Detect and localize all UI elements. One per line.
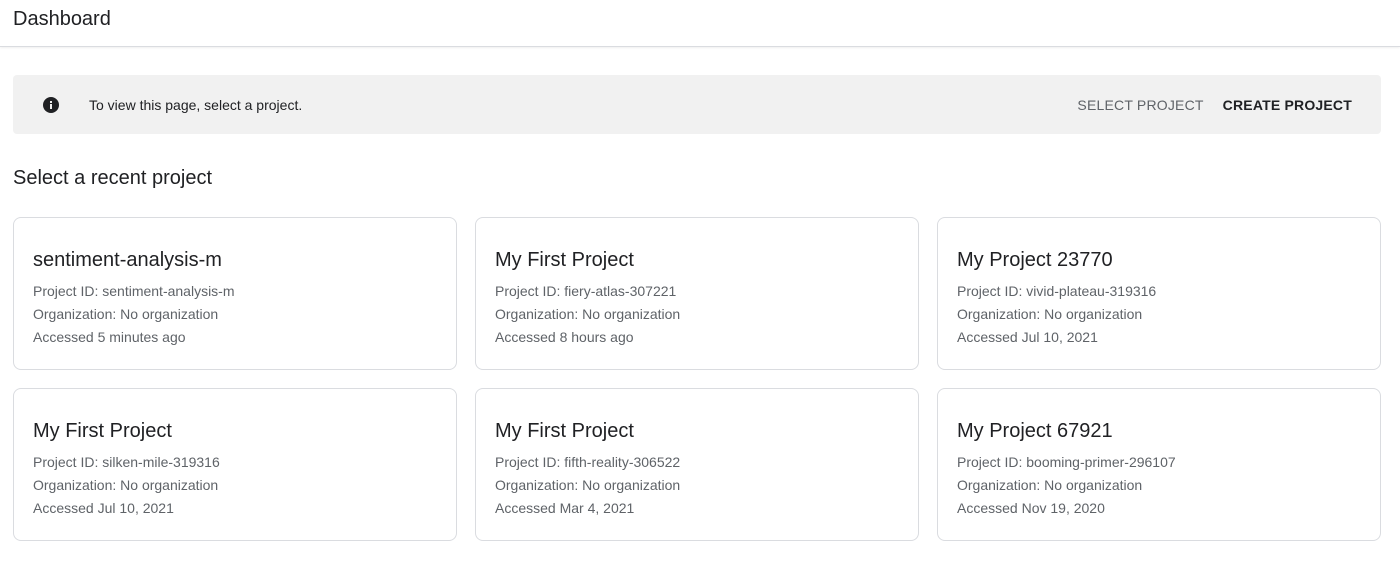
project-card[interactable]: My First Project Project ID: fiery-atlas… — [475, 217, 919, 370]
project-organization: Organization: No organization — [957, 477, 1143, 493]
project-organization: Organization: No organization — [33, 477, 219, 493]
project-accessed: Accessed Mar 4, 2021 — [495, 500, 635, 516]
project-card[interactable]: My First Project Project ID: fifth-reali… — [475, 388, 919, 541]
create-project-button[interactable]: CREATE PROJECT — [1223, 97, 1352, 113]
recent-projects-grid: sentiment-analysis-m Project ID: sentime… — [13, 217, 1381, 541]
project-organization: Organization: No organization — [957, 306, 1143, 322]
project-organization: Organization: No organization — [495, 306, 681, 322]
select-project-banner: To view this page, select a project. SEL… — [13, 75, 1381, 134]
project-name: My First Project — [495, 249, 634, 271]
project-id: Project ID: vivid-plateau-319316 — [957, 283, 1157, 299]
project-accessed: Accessed Nov 19, 2020 — [957, 500, 1105, 516]
recent-projects-heading: Select a recent project — [13, 167, 212, 189]
project-name: My First Project — [33, 420, 172, 442]
project-accessed: Accessed 5 minutes ago — [33, 329, 186, 345]
project-name: My Project 67921 — [957, 420, 1113, 442]
project-name: sentiment-analysis-m — [33, 249, 222, 271]
page-header: Dashboard — [0, 0, 1400, 47]
project-organization: Organization: No organization — [495, 477, 681, 493]
project-accessed: Accessed Jul 10, 2021 — [33, 500, 174, 516]
project-card[interactable]: My Project 67921 Project ID: booming-pri… — [937, 388, 1381, 541]
banner-message: To view this page, select a project. — [89, 96, 303, 113]
project-card[interactable]: My Project 23770 Project ID: vivid-plate… — [937, 217, 1381, 370]
project-accessed: Accessed 8 hours ago — [495, 329, 634, 345]
project-id: Project ID: booming-primer-296107 — [957, 454, 1176, 470]
select-project-button[interactable]: SELECT PROJECT — [1077, 97, 1203, 113]
project-name: My Project 23770 — [957, 249, 1113, 271]
project-id: Project ID: fifth-reality-306522 — [495, 454, 681, 470]
project-accessed: Accessed Jul 10, 2021 — [957, 329, 1098, 345]
project-id: Project ID: sentiment-analysis-m — [33, 283, 235, 299]
project-id: Project ID: silken-mile-319316 — [33, 454, 220, 470]
info-icon — [43, 96, 59, 113]
project-card[interactable]: My First Project Project ID: silken-mile… — [13, 388, 457, 541]
project-card[interactable]: sentiment-analysis-m Project ID: sentime… — [13, 217, 457, 370]
banner-actions: SELECT PROJECT CREATE PROJECT — [1077, 97, 1352, 113]
project-organization: Organization: No organization — [33, 306, 219, 322]
page-title: Dashboard — [13, 7, 111, 30]
project-name: My First Project — [495, 420, 634, 442]
project-id: Project ID: fiery-atlas-307221 — [495, 283, 677, 299]
